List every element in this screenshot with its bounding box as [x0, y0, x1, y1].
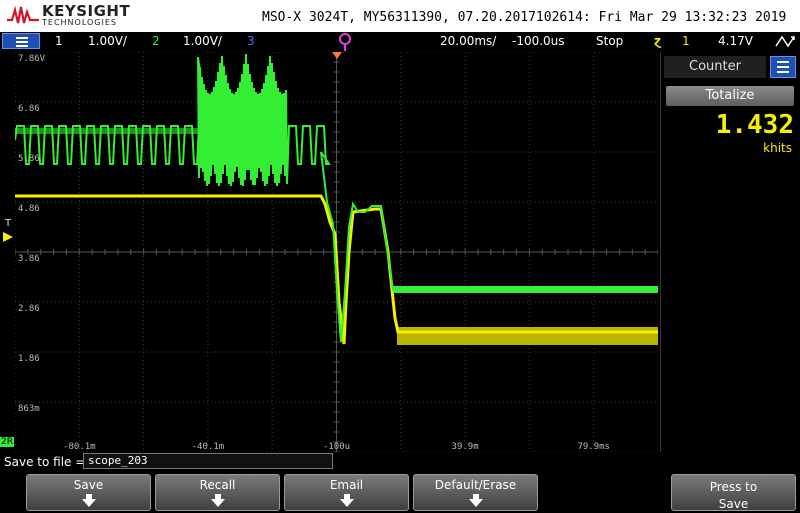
- save-to-file-label: Save to file =: [4, 455, 86, 469]
- ch3-number[interactable]: 3: [247, 34, 255, 48]
- ch1-number[interactable]: 1: [55, 34, 63, 48]
- ch1-noise-band: [397, 327, 658, 345]
- trigger-level[interactable]: 4.17V: [718, 34, 753, 48]
- ch2-upper-band: [15, 128, 198, 134]
- waveform-display[interactable]: 7.86V6.865.864.863.862.861.86863m -80.1m…: [15, 52, 658, 452]
- run-state[interactable]: Stop: [596, 34, 623, 48]
- email-button-label: Email: [329, 478, 364, 492]
- recall-button-label: Recall: [199, 478, 236, 492]
- recall-button[interactable]: Recall: [155, 474, 280, 511]
- save-filename-field[interactable]: scope_203: [83, 453, 333, 469]
- save-button[interactable]: Save: [26, 474, 151, 511]
- time-label: -40.1m: [192, 442, 225, 452]
- ch2-scale[interactable]: 1.00V/: [183, 34, 222, 48]
- channel-marker-strip: T 2R: [0, 52, 15, 452]
- ch2-number[interactable]: 2: [152, 34, 160, 48]
- trigger-level-marker-icon[interactable]: [3, 232, 13, 242]
- trigger-source[interactable]: 1: [682, 34, 690, 48]
- header-bar: KEYSIGHT TECHNOLOGIES MSO-X 3024T, MY563…: [0, 0, 800, 32]
- totalize-button[interactable]: Totalize: [666, 86, 794, 106]
- time-label: -100u: [323, 442, 350, 452]
- default-erase-button-label: Default/Erase: [434, 478, 517, 492]
- ch2-ground-marker[interactable]: 2R: [0, 437, 14, 447]
- voltage-label: 1.86: [18, 354, 40, 364]
- menu-icon: [16, 37, 28, 39]
- trigger-level-label: T: [5, 218, 12, 229]
- default-erase-button[interactable]: Default/Erase: [413, 474, 538, 511]
- ch1-scale[interactable]: 1.00V/: [88, 34, 127, 48]
- instrument-info: MSO-X 3024T, MY56311390, 07.20.201710261…: [262, 10, 787, 25]
- menu-icon-bar: [777, 71, 789, 73]
- sidebar-menu-button[interactable]: [770, 56, 796, 78]
- main-menu-button[interactable]: [2, 33, 40, 49]
- menu-icon-bar: [777, 66, 789, 68]
- brand-subtitle: TECHNOLOGIES: [42, 18, 117, 27]
- time-label: 39.9m: [452, 442, 479, 452]
- voltage-label: 3.86: [18, 254, 40, 264]
- trigger-edge-icon: ɀ: [654, 34, 661, 48]
- softkey-bar: Save Recall Email Default/Erase Press to…: [0, 472, 800, 512]
- voltage-label: 863m: [18, 404, 40, 414]
- touch-gesture-icon[interactable]: [774, 34, 796, 49]
- timebase-delay[interactable]: -100.0us: [512, 34, 565, 48]
- voltage-label: 2.86: [18, 304, 40, 314]
- counter-value: 1.432: [715, 110, 794, 140]
- time-label: 79.9ms: [577, 442, 610, 452]
- menu-icon: [777, 61, 789, 63]
- voltage-label: 7.86V: [18, 54, 46, 64]
- voltage-label: 6.86: [18, 104, 40, 114]
- ch2-level-band: [393, 286, 658, 293]
- down-arrow-icon: [81, 494, 96, 507]
- press-to-save-button[interactable]: Press to Save: [671, 474, 796, 511]
- menu-icon-bar: [16, 41, 28, 43]
- keysight-logo-icon: [7, 5, 39, 24]
- timebase-scale[interactable]: 20.00ms/: [440, 34, 496, 48]
- down-arrow-icon: [210, 494, 225, 507]
- status-bar: 1 1.00V/ 2 1.00V/ 3 20.00ms/ -100.0us St…: [0, 32, 800, 51]
- down-arrow-icon: [339, 494, 354, 507]
- save-button-label: Save: [73, 478, 104, 492]
- tab-counter[interactable]: Counter: [664, 56, 766, 78]
- voltage-label: 4.86: [18, 204, 40, 214]
- save-row: Save to file = scope_203: [0, 452, 800, 472]
- email-button[interactable]: Email: [284, 474, 409, 511]
- menu-icon-bar: [16, 45, 28, 47]
- search-icon[interactable]: [337, 32, 355, 52]
- down-arrow-icon: [468, 494, 483, 507]
- press-to-save-label: Press to Save: [709, 480, 758, 511]
- time-label: -80.1m: [63, 442, 96, 452]
- counter-unit: khits: [763, 141, 792, 155]
